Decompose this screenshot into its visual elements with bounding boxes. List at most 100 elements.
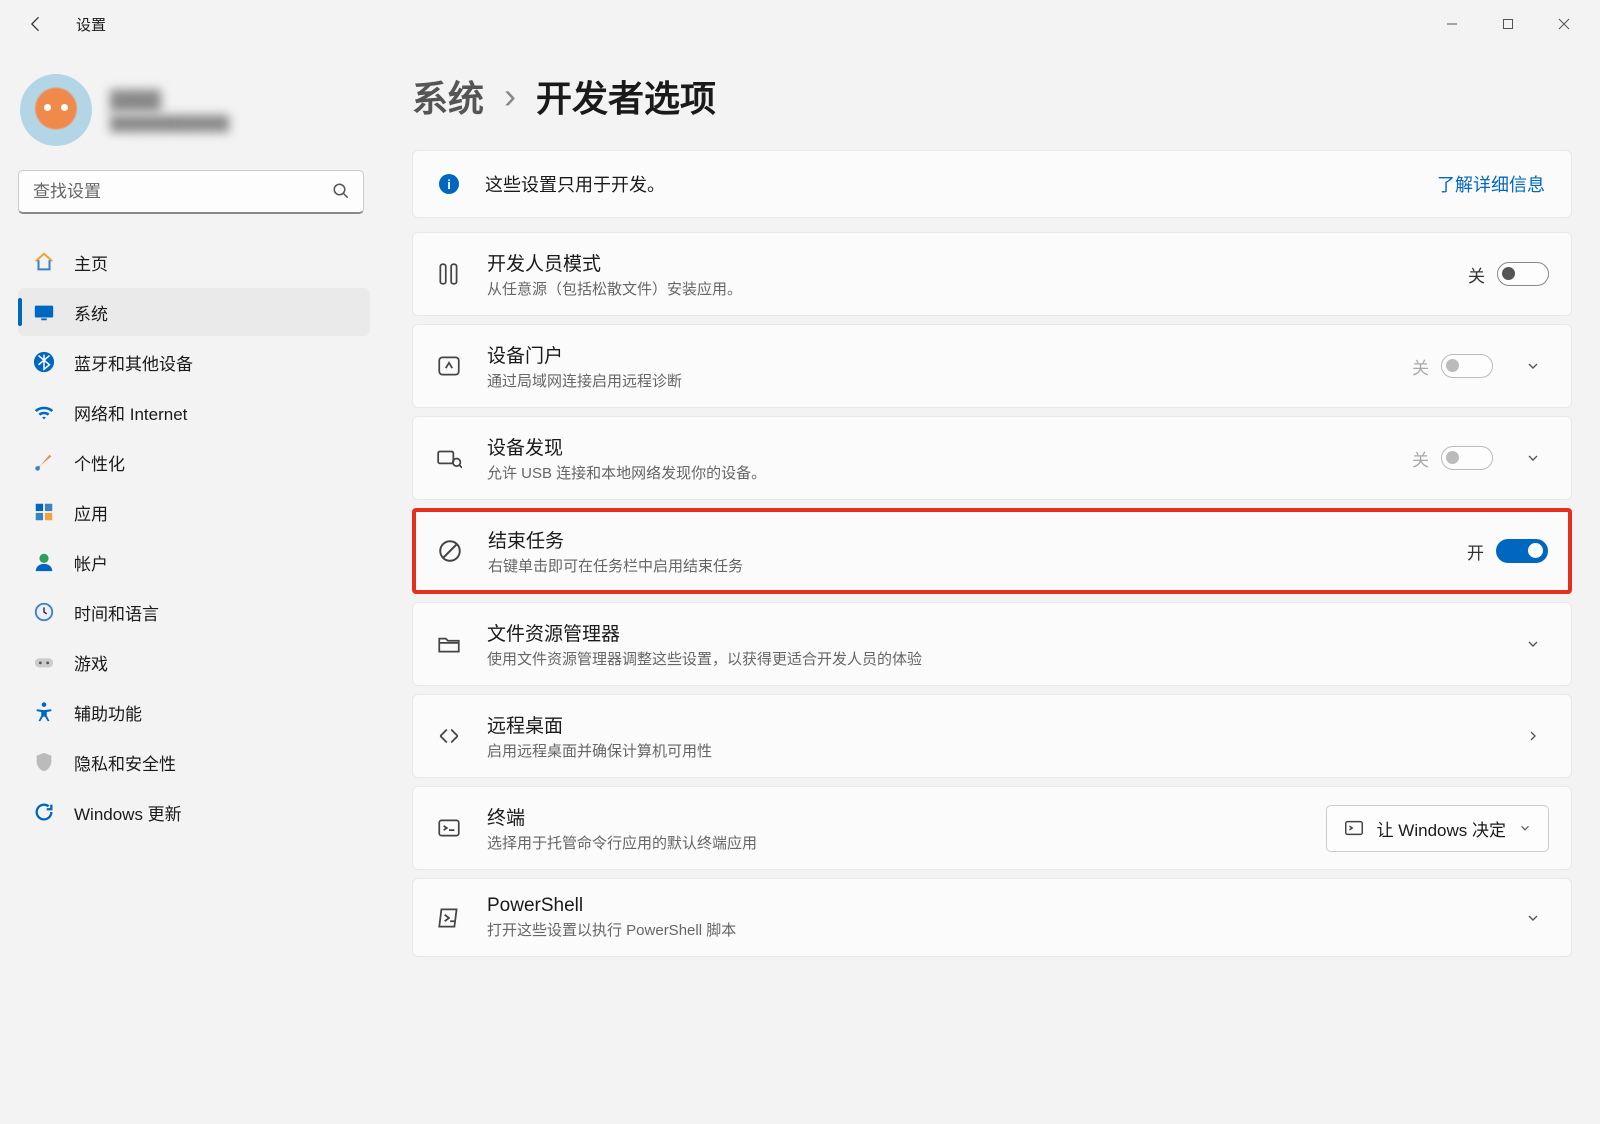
dev-mode-toggle[interactable] xyxy=(1497,262,1549,286)
breadcrumb-separator: › xyxy=(504,75,516,117)
expand-button[interactable] xyxy=(1517,910,1549,926)
card-explorer[interactable]: 文件资源管理器 使用文件资源管理器调整这些设置，以获得更适合开发人员的体验 xyxy=(412,602,1572,686)
content-area: 系统 › 开发者选项 i 这些设置只用于开发。 了解详细信息 开发人员模式 从任… xyxy=(380,48,1600,1124)
sidebar-item-home[interactable]: 主页 xyxy=(18,238,370,286)
powershell-icon xyxy=(435,904,463,932)
shield-icon xyxy=(32,750,56,774)
search-icon xyxy=(332,182,350,205)
sidebar-item-personalize[interactable]: 个性化 xyxy=(18,438,370,486)
avatar xyxy=(20,74,92,146)
remote-icon xyxy=(435,722,463,750)
card-desc: 启用远程桌面并确保计算机可用性 xyxy=(487,740,1493,761)
back-button[interactable] xyxy=(24,12,48,36)
learn-more-link[interactable]: 了解详细信息 xyxy=(1437,171,1545,197)
toggle-state-label: 关 xyxy=(1468,262,1485,287)
toggle-state-label: 关 xyxy=(1412,446,1429,471)
expand-button[interactable] xyxy=(1517,358,1549,374)
wifi-icon xyxy=(32,400,56,424)
navigate-button[interactable] xyxy=(1517,728,1549,744)
sidebar-item-system[interactable]: 系统 xyxy=(18,288,370,336)
terminal-dropdown[interactable]: 让 Windows 决定 xyxy=(1326,805,1549,852)
accessibility-icon xyxy=(32,700,56,724)
card-desc: 通过局域网连接启用远程诊断 xyxy=(487,370,1388,391)
terminal-small-icon xyxy=(1343,817,1365,839)
breadcrumb-parent[interactable]: 系统 xyxy=(412,70,484,122)
sidebar-item-update[interactable]: Windows 更新 xyxy=(18,788,370,836)
card-title: 终端 xyxy=(487,803,1302,830)
search-input[interactable] xyxy=(18,170,364,214)
card-desc: 使用文件资源管理器调整这些设置，以获得更适合开发人员的体验 xyxy=(487,648,1493,669)
sidebar-item-time[interactable]: 时间和语言 xyxy=(18,588,370,636)
card-desc: 右键单击即可在任务栏中启用结束任务 xyxy=(488,555,1443,576)
sidebar-item-apps[interactable]: 应用 xyxy=(18,488,370,536)
info-icon: i xyxy=(439,174,459,194)
update-icon xyxy=(32,800,56,824)
bluetooth-icon xyxy=(32,350,56,374)
sidebar-item-label: 个性化 xyxy=(74,450,125,475)
sidebar-item-label: Windows 更新 xyxy=(74,800,182,825)
discovery-icon xyxy=(435,444,463,472)
sidebar-item-accounts[interactable]: 帐户 xyxy=(18,538,370,586)
terminal-icon xyxy=(435,814,463,842)
expand-button[interactable] xyxy=(1517,450,1549,466)
titlebar: 设置 xyxy=(0,0,1600,48)
close-button[interactable] xyxy=(1536,4,1592,44)
sidebar-item-label: 游戏 xyxy=(74,650,108,675)
card-desc: 从任意源（包括松散文件）安装应用。 xyxy=(487,278,1444,299)
user-profile[interactable]: ████ ████████████ xyxy=(18,66,370,170)
portal-icon xyxy=(435,352,463,380)
device-portal-toggle xyxy=(1441,354,1493,378)
sidebar-item-label: 帐户 xyxy=(74,550,108,575)
end-task-toggle[interactable] xyxy=(1496,539,1548,563)
gamepad-icon xyxy=(32,650,56,674)
sidebar-item-label: 网络和 Internet xyxy=(74,400,187,425)
clock-icon xyxy=(32,600,56,624)
sidebar-item-network[interactable]: 网络和 Internet xyxy=(18,388,370,436)
home-icon xyxy=(32,250,56,274)
prohibit-icon xyxy=(436,537,464,565)
sidebar-item-label: 辅助功能 xyxy=(74,700,142,725)
device-discovery-toggle xyxy=(1441,446,1493,470)
card-desc: 允许 USB 连接和本地网络发现你的设备。 xyxy=(487,462,1388,483)
user-email: ████████████ xyxy=(110,115,229,131)
apps-icon xyxy=(32,500,56,524)
toggle-state-label: 开 xyxy=(1467,539,1484,564)
card-powershell[interactable]: PowerShell 打开这些设置以执行 PowerShell 脚本 xyxy=(412,878,1572,957)
maximize-button[interactable] xyxy=(1480,4,1536,44)
sidebar-item-label: 蓝牙和其他设备 xyxy=(74,350,193,375)
card-title: 设备门户 xyxy=(487,341,1388,368)
expand-button[interactable] xyxy=(1517,636,1549,652)
info-banner: i 这些设置只用于开发。 了解详细信息 xyxy=(412,150,1572,218)
devmode-icon xyxy=(435,260,463,288)
card-end-task: 结束任务 右键单击即可在任务栏中启用结束任务 开 xyxy=(412,508,1572,594)
sidebar: ████ ████████████ 主页 系统 蓝牙和其他设备 xyxy=(0,48,380,1124)
sidebar-item-accessibility[interactable]: 辅助功能 xyxy=(18,688,370,736)
chevron-down-icon xyxy=(1518,821,1532,835)
sidebar-item-privacy[interactable]: 隐私和安全性 xyxy=(18,738,370,786)
toggle-state-label: 关 xyxy=(1412,354,1429,379)
breadcrumb: 系统 › 开发者选项 xyxy=(412,70,1572,122)
card-terminal: 终端 选择用于托管命令行应用的默认终端应用 让 Windows 决定 xyxy=(412,786,1572,870)
card-title: 远程桌面 xyxy=(487,711,1493,738)
card-title: 开发人员模式 xyxy=(487,249,1444,276)
minimize-button[interactable] xyxy=(1424,4,1480,44)
folder-icon xyxy=(435,630,463,658)
card-dev-mode: 开发人员模式 从任意源（包括松散文件）安装应用。 关 xyxy=(412,232,1572,316)
sidebar-item-label: 系统 xyxy=(74,300,108,325)
card-title: 设备发现 xyxy=(487,433,1388,460)
sidebar-item-bluetooth[interactable]: 蓝牙和其他设备 xyxy=(18,338,370,386)
sidebar-item-label: 应用 xyxy=(74,500,108,525)
sidebar-item-label: 时间和语言 xyxy=(74,600,159,625)
app-title: 设置 xyxy=(76,14,106,35)
brush-icon xyxy=(32,450,56,474)
card-device-portal[interactable]: 设备门户 通过局域网连接启用远程诊断 关 xyxy=(412,324,1572,408)
card-remote-desktop[interactable]: 远程桌面 启用远程桌面并确保计算机可用性 xyxy=(412,694,1572,778)
system-icon xyxy=(32,300,56,324)
card-desc: 选择用于托管命令行应用的默认终端应用 xyxy=(487,832,1302,853)
card-title: 结束任务 xyxy=(488,526,1443,553)
card-device-discovery[interactable]: 设备发现 允许 USB 连接和本地网络发现你的设备。 关 xyxy=(412,416,1572,500)
person-icon xyxy=(32,550,56,574)
sidebar-item-gaming[interactable]: 游戏 xyxy=(18,638,370,686)
info-text: 这些设置只用于开发。 xyxy=(485,171,665,197)
dropdown-value: 让 Windows 决定 xyxy=(1377,816,1506,841)
